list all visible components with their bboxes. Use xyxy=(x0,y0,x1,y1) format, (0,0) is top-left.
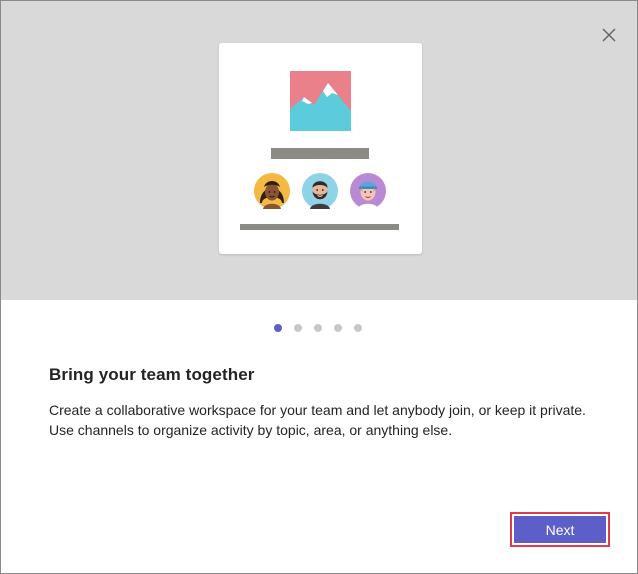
pagination-dot-5[interactable] xyxy=(354,324,362,332)
pagination-dot-4[interactable] xyxy=(334,324,342,332)
onboarding-dialog: Bring your team together Create a collab… xyxy=(0,0,638,574)
hero-illustration-area xyxy=(1,1,637,300)
dialog-description: Create a collaborative workspace for you… xyxy=(49,402,586,438)
text-placeholder-bar xyxy=(240,224,399,230)
next-button[interactable]: Next xyxy=(514,516,606,543)
pagination-dot-3[interactable] xyxy=(314,324,322,332)
picture-icon xyxy=(290,71,351,131)
pagination-dot-1[interactable] xyxy=(274,324,282,332)
avatar-woman-icon xyxy=(254,173,290,209)
close-icon xyxy=(602,28,616,42)
dialog-heading: Bring your team together xyxy=(49,365,255,384)
avatar-man-beard-icon xyxy=(302,173,338,209)
pagination-dots xyxy=(274,324,362,332)
illustration-card xyxy=(219,43,422,254)
next-button-highlight: Next xyxy=(510,512,610,547)
title-placeholder-bar xyxy=(271,148,369,159)
avatar-man-cap-icon xyxy=(350,173,386,209)
close-button[interactable] xyxy=(599,25,619,45)
pagination-dot-2[interactable] xyxy=(294,324,302,332)
